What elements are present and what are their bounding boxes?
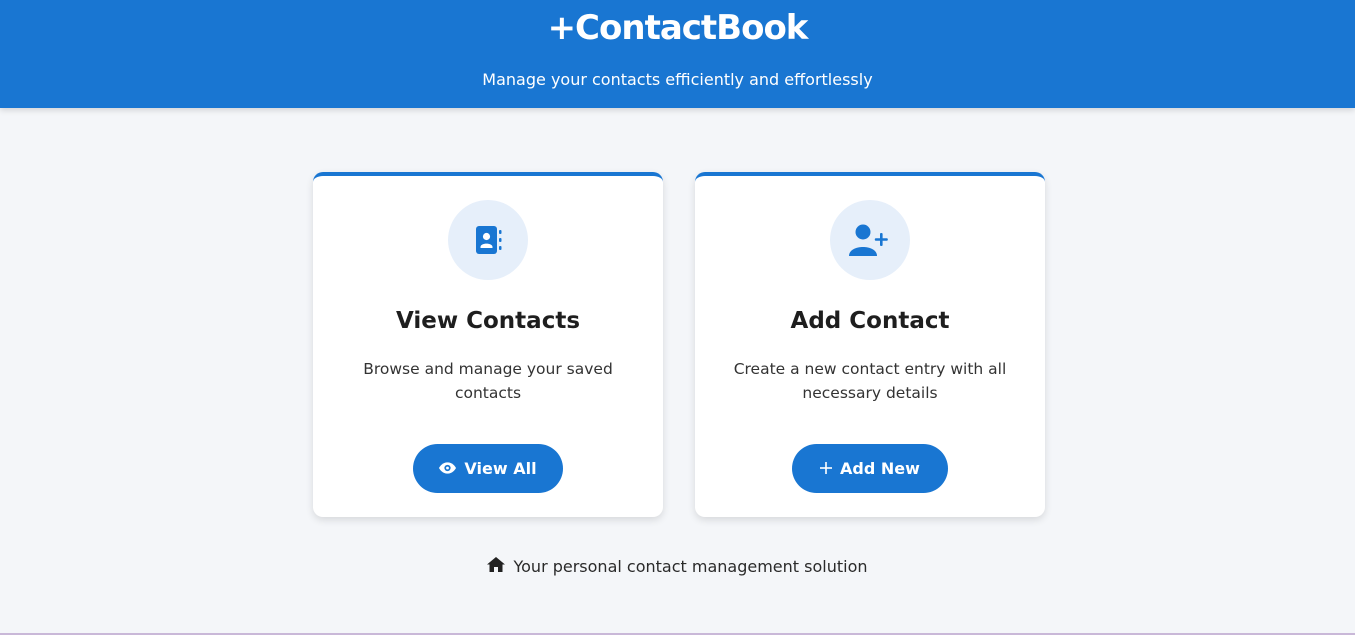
view-all-button[interactable]: View All xyxy=(413,444,563,493)
footer-tagline: Your personal contact management solutio… xyxy=(0,557,1355,576)
card-description: Browse and manage your saved contacts xyxy=(363,360,613,402)
home-icon xyxy=(487,557,506,576)
view-all-label: View All xyxy=(464,459,537,478)
address-book-icon xyxy=(448,200,528,280)
app-header: +ContactBook Manage your contacts effici… xyxy=(0,0,1355,108)
plus-icon xyxy=(820,459,833,478)
card-title: View Contacts xyxy=(395,308,581,334)
eye-icon xyxy=(439,459,457,478)
add-new-button[interactable]: Add New xyxy=(792,444,948,493)
view-contacts-card: View Contacts Browse and manage your sav… xyxy=(313,172,663,517)
footer-text: Your personal contact management solutio… xyxy=(513,557,868,576)
add-contact-card: Add Contact Create a new contact entry w… xyxy=(695,172,1045,517)
header-subtitle: Manage your contacts efficiently and eff… xyxy=(482,70,873,89)
user-plus-icon xyxy=(830,200,910,280)
add-new-label: Add New xyxy=(840,459,920,478)
card-description: Create a new contact entry with all nece… xyxy=(733,360,1007,402)
card-title: Add Contact xyxy=(790,308,950,334)
brand-logo[interactable]: +ContactBook xyxy=(0,8,1355,48)
